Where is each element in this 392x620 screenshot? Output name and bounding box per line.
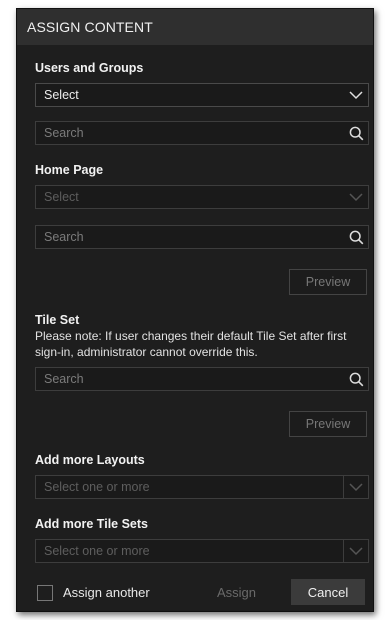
users-groups-select[interactable]: Select: [35, 83, 369, 107]
search-icon[interactable]: [344, 226, 368, 248]
chevron-down-icon: [344, 186, 368, 208]
tile-set-label: Tile Set: [35, 313, 80, 327]
assign-content-dialog: ASSIGN CONTENT Users and Groups Select S…: [16, 8, 374, 612]
search-icon[interactable]: [344, 122, 368, 144]
assign-another-checkbox[interactable]: [37, 585, 53, 601]
users-groups-search-input[interactable]: Search: [35, 121, 369, 145]
users-groups-select-value: Select: [44, 88, 79, 102]
chevron-down-icon[interactable]: [343, 540, 368, 562]
home-page-search-input[interactable]: Search: [35, 225, 369, 249]
chevron-down-icon[interactable]: [343, 476, 368, 498]
cancel-button[interactable]: Cancel: [291, 579, 365, 605]
home-page-select[interactable]: Select: [35, 185, 369, 209]
users-groups-label: Users and Groups: [35, 61, 144, 75]
home-page-search-placeholder: Search: [44, 230, 84, 244]
home-page-select-value: Select: [44, 190, 79, 204]
more-tile-sets-label: Add more Tile Sets: [35, 517, 148, 531]
home-page-label: Home Page: [35, 163, 104, 177]
tile-set-search-placeholder: Search: [44, 372, 84, 386]
tile-set-note: Please note: If user changes their defau…: [35, 329, 347, 359]
dialog-title: ASSIGN CONTENT: [17, 9, 373, 45]
more-layouts-placeholder: Select one or more: [44, 480, 150, 494]
home-page-preview-button[interactable]: Preview: [289, 269, 367, 295]
tile-set-search-input[interactable]: Search: [35, 367, 369, 391]
users-groups-search-placeholder: Search: [44, 126, 84, 140]
chevron-down-icon: [344, 84, 368, 106]
more-tile-sets-multiselect[interactable]: Select one or more: [35, 539, 369, 563]
search-icon[interactable]: [344, 368, 368, 390]
assign-button[interactable]: Assign: [217, 585, 256, 600]
more-layouts-multiselect[interactable]: Select one or more: [35, 475, 369, 499]
more-layouts-label: Add more Layouts: [35, 453, 145, 467]
tile-set-preview-button[interactable]: Preview: [289, 411, 367, 437]
assign-another-label: Assign another: [63, 585, 150, 600]
dialog-title-text: ASSIGN CONTENT: [27, 19, 153, 35]
more-tile-sets-placeholder: Select one or more: [44, 544, 150, 558]
